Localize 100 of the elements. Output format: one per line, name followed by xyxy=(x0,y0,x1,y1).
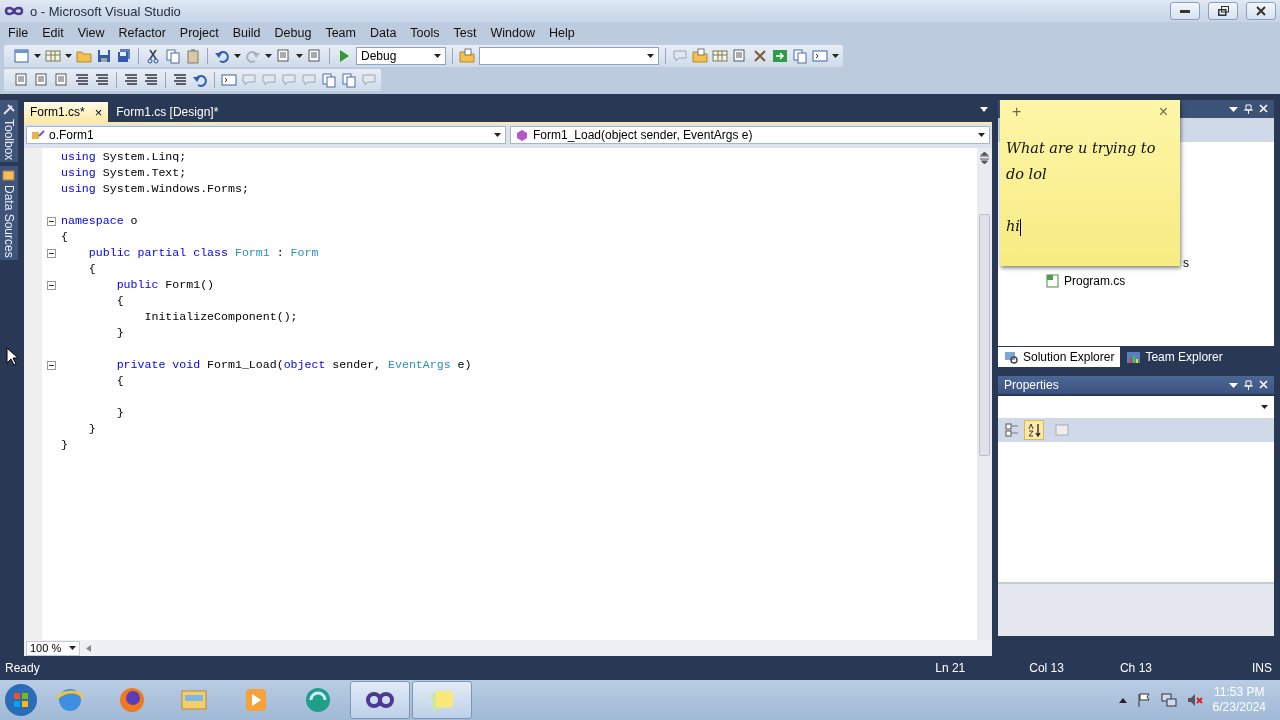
dropdown-caret-icon[interactable] xyxy=(832,54,839,58)
start-orb-icon[interactable] xyxy=(4,683,38,717)
document-icon[interactable] xyxy=(34,72,50,88)
categorized-icon xyxy=(1004,422,1020,438)
sort-button[interactable] xyxy=(1024,420,1044,440)
menu-item[interactable]: Team xyxy=(319,26,364,40)
document-icon[interactable] xyxy=(14,72,30,88)
collapse-icon[interactable] xyxy=(47,216,56,226)
side-tab[interactable]: Data Sources xyxy=(0,166,18,261)
lines-icon[interactable] xyxy=(94,72,110,88)
folder-icon[interactable] xyxy=(692,48,708,64)
infinity-logo-icon xyxy=(4,6,24,16)
network-icon[interactable] xyxy=(1160,693,1177,707)
lines-icon[interactable] xyxy=(74,72,90,88)
document-icon[interactable] xyxy=(54,72,70,88)
tools-icon[interactable] xyxy=(752,48,768,64)
save-icon[interactable] xyxy=(96,48,112,64)
tools-icon xyxy=(2,102,16,116)
class-icon xyxy=(31,128,45,142)
minimize-button[interactable] xyxy=(1170,2,1200,20)
code-line: { xyxy=(87,261,96,277)
taskbar-button[interactable] xyxy=(350,681,410,719)
chevron-up-icon[interactable] xyxy=(1118,697,1127,703)
flag-icon[interactable] xyxy=(1136,693,1151,707)
close-icon[interactable] xyxy=(1259,380,1268,390)
dropdown-caret-icon[interactable] xyxy=(34,54,41,58)
document-icon[interactable] xyxy=(732,48,748,64)
restore-icon xyxy=(1217,6,1229,16)
close-button[interactable]: × xyxy=(1158,103,1168,123)
menu-item[interactable]: View xyxy=(71,26,113,40)
dropdown-caret-icon[interactable] xyxy=(1229,104,1238,114)
cursor-char: Ch 13 xyxy=(1119,661,1152,675)
split-handle-icon[interactable] xyxy=(980,152,989,164)
lines-icon[interactable] xyxy=(123,72,139,88)
tree-item[interactable]: s xyxy=(1183,256,1189,270)
tree-item[interactable]: Program.cs xyxy=(1064,274,1126,288)
folder-icon[interactable] xyxy=(459,48,475,64)
close-icon[interactable] xyxy=(1259,104,1268,114)
panel-tab[interactable]: Team Explorer xyxy=(1120,347,1229,367)
menu-item[interactable]: Data xyxy=(363,26,405,40)
add-note-button[interactable]: + xyxy=(1012,103,1022,123)
zoom-dropdown[interactable]: 100 % xyxy=(26,640,81,656)
menu-item[interactable]: Window xyxy=(484,26,543,40)
collapse-icon[interactable] xyxy=(47,360,56,370)
dropdown-caret-icon[interactable] xyxy=(65,54,72,58)
dropdown-caret-icon[interactable] xyxy=(1229,380,1238,390)
copy-icon[interactable] xyxy=(792,48,808,64)
side-tab[interactable]: Toolbox xyxy=(0,100,18,163)
lines-icon[interactable] xyxy=(143,72,159,88)
collapse-icon[interactable] xyxy=(47,280,56,290)
caret-icon xyxy=(1261,405,1268,409)
menu-item[interactable]: Project xyxy=(173,26,227,40)
grid-icon[interactable] xyxy=(712,48,728,64)
configuration-dropdown[interactable]: Debug xyxy=(356,47,446,65)
method-icon xyxy=(515,128,529,142)
document-tab[interactable]: Form1.cs* × xyxy=(24,102,109,122)
dropdown-caret-icon[interactable] xyxy=(265,54,272,58)
copy-icon[interactable] xyxy=(341,72,357,88)
close-button[interactable] xyxy=(1246,2,1276,20)
close-button[interactable]: × xyxy=(94,104,103,120)
dropdown-caret-icon[interactable] xyxy=(980,107,988,112)
menu-item[interactable]: Debug xyxy=(268,26,320,40)
code-line: using System.Linq; xyxy=(61,149,187,165)
type-dropdown[interactable]: o.Form1 xyxy=(26,126,506,144)
arrow-box-icon[interactable] xyxy=(772,48,788,64)
magnifier-icon xyxy=(1004,350,1019,364)
lines-icon[interactable] xyxy=(172,72,188,88)
platform-dropdown[interactable] xyxy=(479,47,659,65)
copy-icon[interactable] xyxy=(321,72,337,88)
menu-item[interactable]: Test xyxy=(447,26,485,40)
document-tab[interactable]: Form1.cs [Design]* xyxy=(110,102,225,122)
vertical-scrollbar[interactable] xyxy=(977,148,992,640)
undo-icon[interactable] xyxy=(192,72,208,88)
undo-icon[interactable] xyxy=(214,48,230,64)
menu-item[interactable]: File xyxy=(2,26,37,40)
scroll-left-icon[interactable] xyxy=(86,644,92,652)
menu-item[interactable]: Tools xyxy=(404,26,448,40)
restore-button[interactable] xyxy=(1208,2,1238,20)
scissors-icon[interactable] xyxy=(145,48,161,64)
menu-item[interactable]: Refactor xyxy=(112,26,174,40)
member-dropdown[interactable]: Form1_Load(object sender, EventArgs e) xyxy=(510,126,990,144)
code-line: } xyxy=(87,421,96,437)
status-message: Ready xyxy=(5,661,40,675)
code-line: { xyxy=(115,373,124,389)
pin-icon[interactable] xyxy=(1244,104,1253,114)
clipboard-icon[interactable] xyxy=(185,48,201,64)
muted-speaker-icon[interactable] xyxy=(1186,693,1203,707)
dropdown-caret-icon[interactable] xyxy=(296,54,303,58)
caret-icon xyxy=(434,54,441,58)
pin-icon[interactable] xyxy=(1244,380,1253,390)
close-icon xyxy=(1256,6,1266,16)
dropdown-caret-icon[interactable] xyxy=(234,54,241,58)
panel-tab[interactable]: Solution Explorer xyxy=(998,347,1121,367)
menu-item[interactable]: Help xyxy=(542,26,583,40)
save-all-icon[interactable] xyxy=(116,48,132,64)
collapse-icon[interactable] xyxy=(47,248,56,258)
console-window-icon[interactable] xyxy=(221,72,237,88)
code-line: namespace o xyxy=(61,213,138,229)
menu-item[interactable]: Edit xyxy=(36,26,72,40)
menu-item[interactable]: Build xyxy=(226,26,269,40)
